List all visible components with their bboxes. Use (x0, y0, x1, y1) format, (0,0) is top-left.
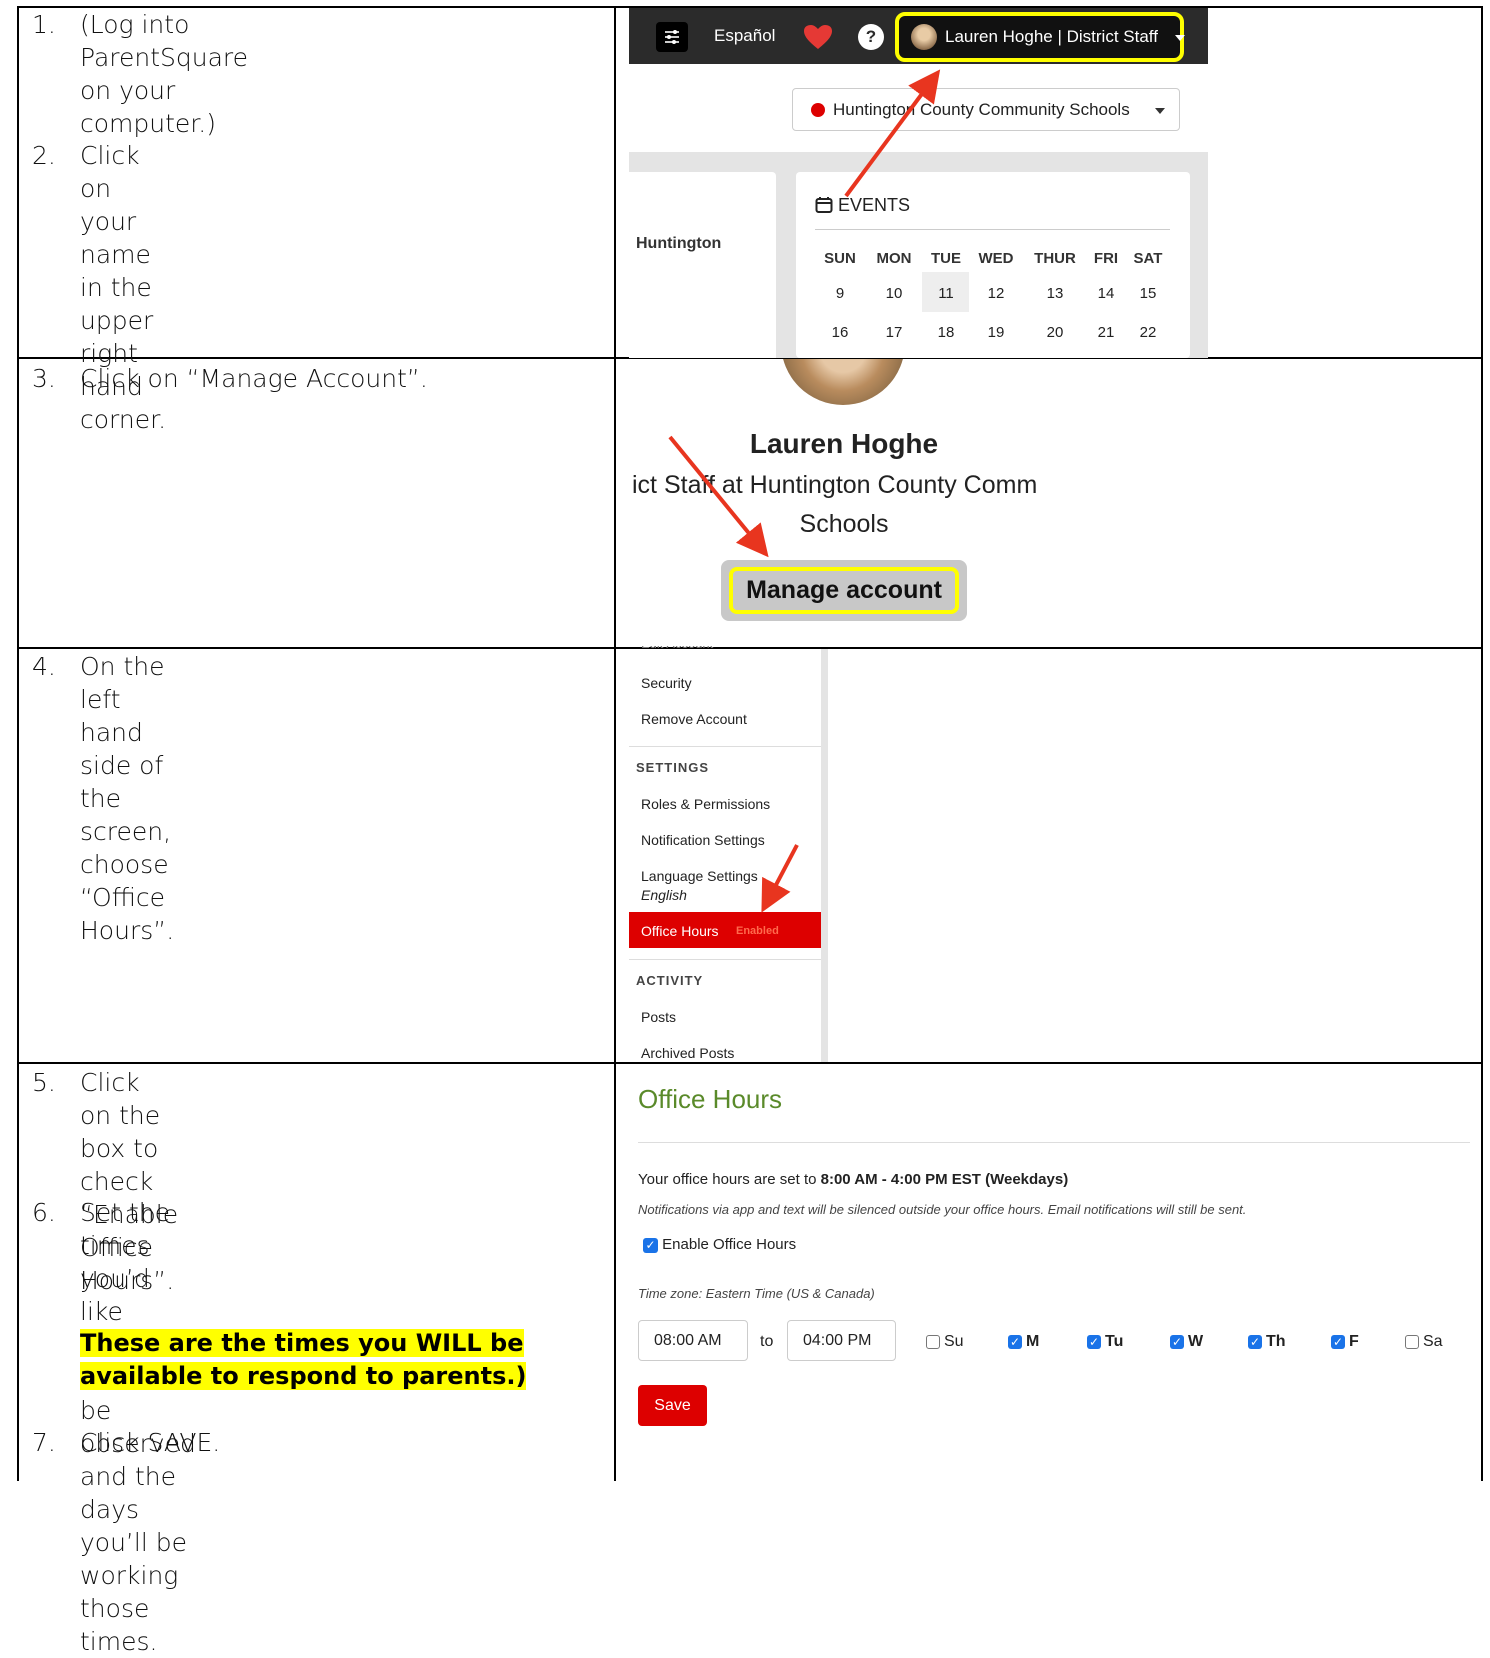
arrow-to-manage-account (668, 435, 769, 558)
arrow-to-user-menu (844, 69, 941, 198)
arrow-to-office-hours (761, 844, 799, 913)
annotation-arrows (668, 69, 941, 913)
